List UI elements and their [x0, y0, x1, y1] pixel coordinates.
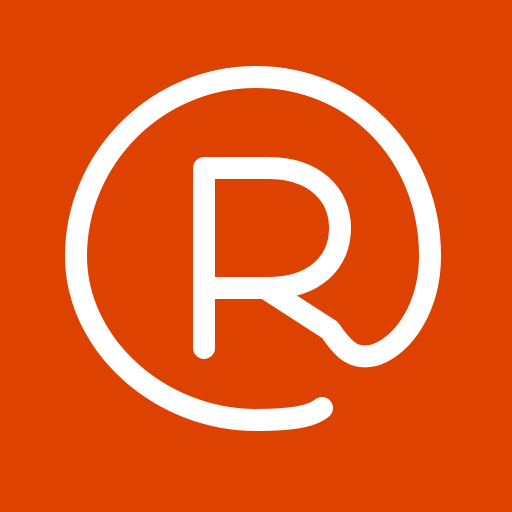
app-icon	[0, 0, 512, 512]
circled-r-logo-icon	[0, 0, 512, 512]
